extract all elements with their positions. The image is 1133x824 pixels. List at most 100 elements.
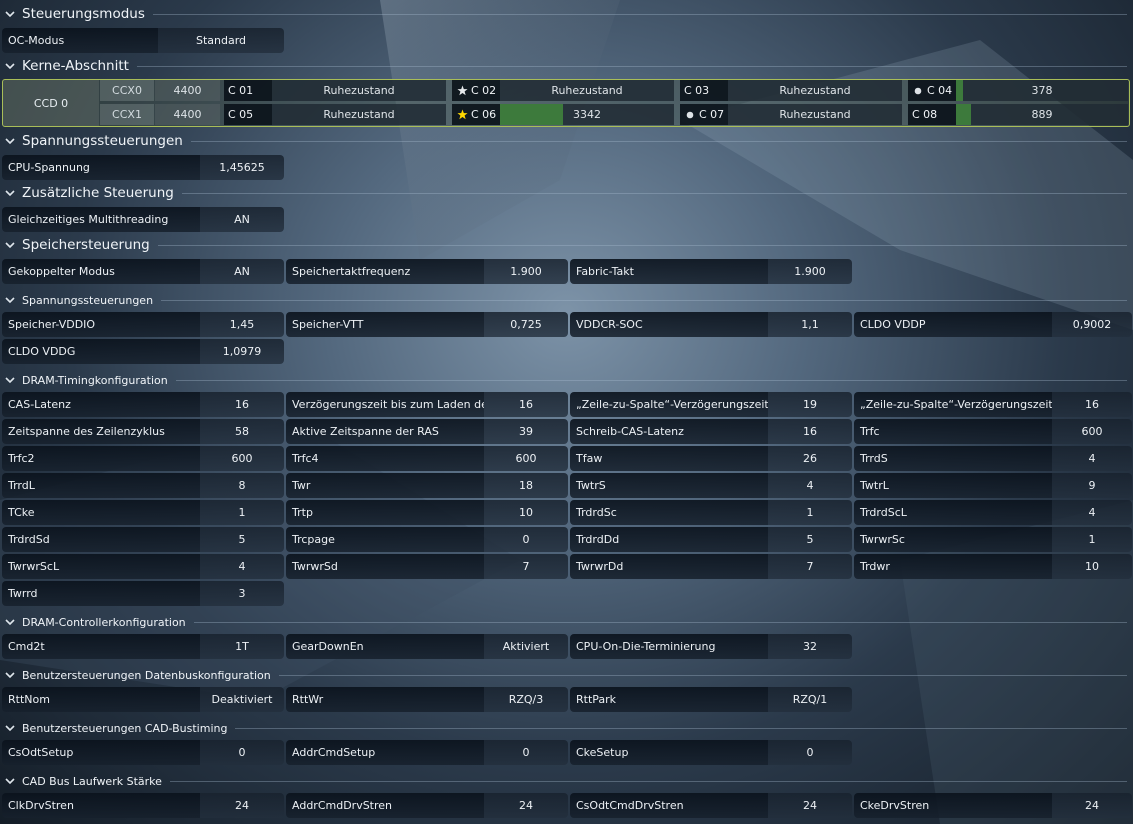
cad-timing-field[interactable]: CsOdtSetup 0 [2,740,284,765]
cad-drive-strength-field[interactable]: AddrCmdDrvStren 24 [286,793,568,818]
section-header-steuerungsmodus[interactable]: Steuerungsmodus [0,4,1133,24]
cpu-voltage-field[interactable]: CPU-Spannung 1,45625 [2,155,284,180]
core-item[interactable]: C 06 3342 [452,104,674,125]
cad-timing-value[interactable]: 0 [768,740,852,765]
dram-timing-field[interactable]: TrdrdScL 4 [854,500,1132,525]
memory-setting-field[interactable]: Fabric-Takt 1.900 [570,259,852,284]
cad-timing-field[interactable]: CkeSetup 0 [570,740,852,765]
databus-setting-field[interactable]: RttPark RZQ/1 [570,687,852,712]
dram-timing-field[interactable]: Zeitspanne des Zeilenzyklus 58 [2,419,284,444]
core-item[interactable]: C 07 Ruhezustand [680,104,902,125]
dram-timing-value[interactable]: 1 [200,500,284,525]
section-header-datenbus[interactable]: Benutzersteuerungen Datenbuskonfiguratio… [0,665,1133,685]
dram-timing-value[interactable]: 18 [484,473,568,498]
chevron-down-icon[interactable] [3,774,17,788]
dram-timing-value[interactable]: 4 [200,554,284,579]
dram-timing-value[interactable]: 16 [768,419,852,444]
chevron-down-icon[interactable] [3,615,17,629]
cad-timing-value[interactable]: 0 [200,740,284,765]
cad-timing-field[interactable]: AddrCmdSetup 0 [286,740,568,765]
databus-setting-value[interactable]: RZQ/3 [484,687,568,712]
cad-drive-strength-field[interactable]: CsOdtCmdDrvStren 24 [570,793,852,818]
dram-controller-value[interactable]: 1T [200,634,284,659]
dram-controller-field[interactable]: GearDownEn Aktiviert [286,634,568,659]
databus-setting-field[interactable]: RttWr RZQ/3 [286,687,568,712]
cad-drive-strength-field[interactable]: ClkDrvStren 24 [2,793,284,818]
section-header-cadbus[interactable]: CAD Bus Laufwerk Stärke [0,771,1133,791]
memory-voltage-field[interactable]: Speicher-VTT 0,725 [286,312,568,337]
dram-timing-field[interactable]: TrrdL 8 [2,473,284,498]
dram-controller-value[interactable]: 32 [768,634,852,659]
dram-timing-field[interactable]: TrdrdSc 1 [570,500,852,525]
core-item[interactable]: C 03 Ruhezustand [680,80,902,101]
cad-drive-strength-value[interactable]: 24 [484,793,568,818]
dram-timing-value[interactable]: 1 [1052,527,1132,552]
dram-timing-field[interactable]: TwrwrDd 7 [570,554,852,579]
memory-setting-value[interactable]: 1.900 [768,259,852,284]
dram-timing-value[interactable]: 10 [1052,554,1132,579]
dram-timing-field[interactable]: TwrwrSd 7 [286,554,568,579]
chevron-down-icon[interactable] [3,134,17,148]
dram-timing-field[interactable]: TrdrdDd 5 [570,527,852,552]
dram-timing-field[interactable]: Aktive Zeitspanne der RAS 39 [286,419,568,444]
dram-timing-value[interactable]: 16 [484,392,568,417]
dram-timing-field[interactable]: „Zeile-zu-Spalte“-Verzögerungszeit f... 1… [570,392,852,417]
dram-timing-value[interactable]: 7 [484,554,568,579]
dram-timing-value[interactable]: 5 [200,527,284,552]
dram-timing-value[interactable]: 16 [200,392,284,417]
memory-setting-value[interactable]: AN [200,259,284,284]
oc-mode-field[interactable]: OC-Modus Standard [2,28,284,53]
cpu-voltage-value[interactable]: 1,45625 [200,155,284,180]
dram-timing-value[interactable]: 3 [200,581,284,606]
dram-timing-field[interactable]: Trtp 10 [286,500,568,525]
dram-timing-field[interactable]: Trfc2 600 [2,446,284,471]
core-item[interactable]: C 04 378 [908,80,1128,101]
chevron-down-icon[interactable] [3,7,17,21]
databus-setting-value[interactable]: Deaktiviert [200,687,284,712]
dram-timing-value[interactable]: 7 [768,554,852,579]
dram-timing-value[interactable]: 8 [200,473,284,498]
section-header-cad[interactable]: Benutzersteuerungen CAD-Bustiming [0,718,1133,738]
dram-timing-field[interactable]: TrdrdSd 5 [2,527,284,552]
section-header-spannung2[interactable]: Spannungssteuerungen [0,290,1133,310]
dram-controller-value[interactable]: Aktiviert [484,634,568,659]
cad-drive-strength-value[interactable]: 24 [200,793,284,818]
core-item[interactable]: C 05 Ruhezustand [224,104,446,125]
dram-timing-value[interactable]: 0 [484,527,568,552]
memory-voltage-value[interactable]: 0,725 [484,312,568,337]
dram-timing-field[interactable]: TwtrL 9 [854,473,1132,498]
dram-timing-value[interactable]: 4 [1052,446,1132,471]
chevron-down-icon[interactable] [3,668,17,682]
cad-timing-value[interactable]: 0 [484,740,568,765]
section-header-kerne[interactable]: Kerne-Abschnitt [0,56,1133,76]
dram-timing-field[interactable]: Tfaw 26 [570,446,852,471]
memory-voltage-value[interactable]: 0,9002 [1052,312,1132,337]
dram-timing-value[interactable]: 58 [200,419,284,444]
dram-timing-value[interactable]: 39 [484,419,568,444]
chevron-down-icon[interactable] [3,59,17,73]
dram-timing-field[interactable]: TwtrS 4 [570,473,852,498]
memory-voltage-field[interactable]: CLDO VDDP 0,9002 [854,312,1132,337]
section-header-speicher[interactable]: Speichersteuerung [0,235,1133,255]
dram-timing-field[interactable]: Twr 18 [286,473,568,498]
dram-timing-value[interactable]: 600 [1052,419,1132,444]
dram-timing-field[interactable]: TwrwrScL 4 [2,554,284,579]
dram-timing-field[interactable]: Schreib-CAS-Latenz 16 [570,419,852,444]
dram-timing-field[interactable]: TrrdS 4 [854,446,1132,471]
section-header-timing[interactable]: DRAM-Timingkonfiguration [0,370,1133,390]
dram-timing-value[interactable]: 1 [768,500,852,525]
smt-value[interactable]: AN [200,207,284,232]
dram-timing-value[interactable]: 600 [484,446,568,471]
smt-field[interactable]: Gleichzeitiges Multithreading AN [2,207,284,232]
section-header-controller[interactable]: DRAM-Controllerkonfiguration [0,612,1133,632]
memory-voltage-field[interactable]: VDDCR-SOC 1,1 [570,312,852,337]
dram-controller-field[interactable]: Cmd2t 1T [2,634,284,659]
chevron-down-icon[interactable] [3,293,17,307]
dram-timing-value[interactable]: 4 [768,473,852,498]
section-header-zusatz[interactable]: Zusätzliche Steuerung [0,183,1133,203]
dram-timing-field[interactable]: Trcpage 0 [286,527,568,552]
databus-setting-value[interactable]: RZQ/1 [768,687,852,712]
memory-voltage-value[interactable]: 1,1 [768,312,852,337]
memory-voltage-field[interactable]: Speicher-VDDIO 1,45 [2,312,284,337]
dram-timing-field[interactable]: Twrrd 3 [2,581,284,606]
